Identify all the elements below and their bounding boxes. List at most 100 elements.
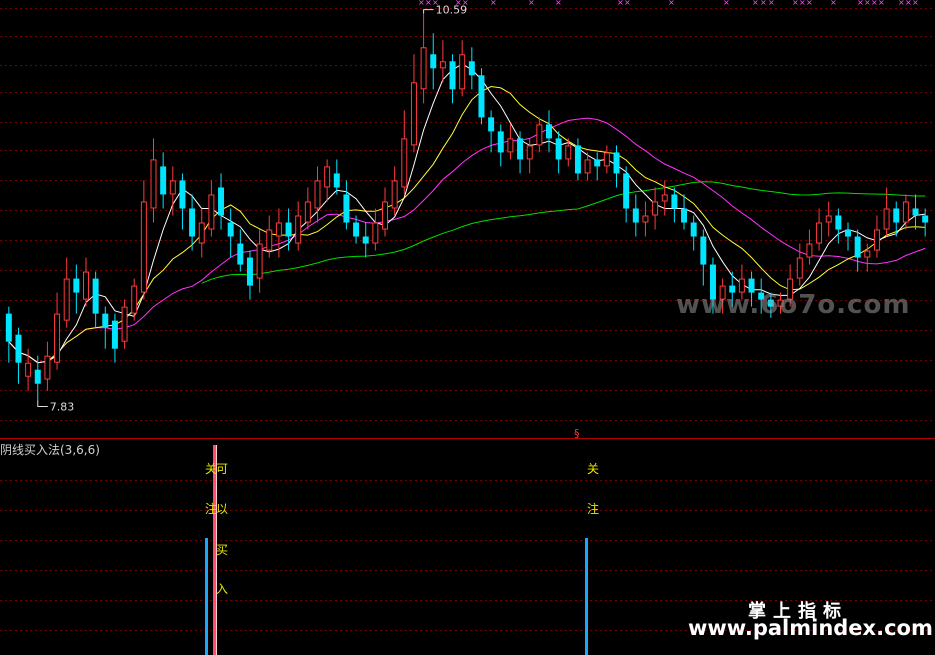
candle-body [111,320,118,349]
candle [410,54,417,153]
signal-marker: × [878,0,885,7]
candle [140,180,147,300]
signal-bar [585,538,588,655]
candle-body [632,208,639,223]
candle [873,215,880,258]
candle [15,327,22,384]
candle [478,68,485,125]
candle [382,187,389,237]
candle [73,264,80,314]
candle [430,33,437,90]
candle-body [73,278,80,293]
candle [922,208,929,237]
candle [121,299,128,349]
candle-body [845,229,852,237]
signal-marker: × [490,0,497,7]
candle [526,138,533,174]
candle-body [246,257,253,286]
candle [179,173,186,230]
candle-body [526,145,533,160]
candle-body [5,313,12,342]
candle-body [102,313,109,328]
candle-body [92,278,99,314]
candle-body [179,180,186,209]
candle [912,194,919,230]
candle [845,222,852,251]
signal-marker: × [905,0,912,7]
signal-marker: × [799,0,806,7]
candle-body [324,166,331,188]
candle-body [854,236,861,258]
indicator-panel [205,445,588,655]
candle [102,306,109,349]
candle [652,187,659,230]
candle-body [816,222,823,244]
candle [314,166,321,223]
candle-body [362,236,369,244]
candle-body [623,173,630,209]
candle-body [545,124,552,139]
candle-body [314,180,321,209]
candle [700,229,707,286]
candle [517,131,524,174]
candle-body [613,152,620,174]
candle-body [700,236,707,265]
signal-label: 可 [216,462,229,476]
candle [681,194,688,230]
candle-body [198,222,205,244]
site-watermark: www.6o7o.com [676,290,911,320]
candle [343,180,350,230]
candle [324,159,331,202]
candle [111,313,118,363]
candle-body [63,278,70,321]
candle [555,131,562,174]
candle [333,159,340,195]
stock-chart: 10.597.83× × × × × × × × × × × × × × × × × × × × × × × × × ×§ [0,0,935,655]
candle-body [439,61,446,69]
candle [439,40,446,83]
candle [420,13,427,104]
candle [497,124,504,167]
candle [835,208,842,244]
signal-label: 注 [587,502,600,516]
candle-body [420,47,427,90]
candle [854,229,861,272]
candle [796,243,803,286]
candle-body [536,124,543,146]
candle-body [459,54,466,90]
signal-marker: × [830,0,837,7]
candle-body [661,194,668,202]
signal-label: 买 [216,543,229,557]
candle-body [507,138,514,153]
candle [63,257,70,328]
signal-marker: × [768,0,775,7]
signal-marker: × [624,0,631,7]
candle [92,271,99,328]
candle [246,250,253,300]
candle [362,222,369,258]
low-marker [37,400,48,408]
candle-body [131,285,138,314]
candle-body [893,208,900,223]
candlesticks [5,13,929,401]
candle [574,138,581,181]
candle-body [642,215,649,223]
high-marker [423,9,434,14]
candle-body [603,152,610,167]
candle-body [391,180,398,209]
indicator-title: 阴线买入法(3,6,6) [0,443,100,457]
signal-marker: × [871,0,878,7]
candle-body [353,222,360,237]
candle-body [275,222,282,237]
candle-body [285,222,292,237]
candle [642,201,649,237]
candle-body [266,229,273,251]
candle [459,40,466,97]
candle-body [82,271,89,300]
candle-body [883,208,890,230]
candle [623,166,630,223]
candle-body [517,138,524,160]
candle [208,180,215,237]
candle-body [555,138,562,160]
signal-marker: × [806,0,813,7]
